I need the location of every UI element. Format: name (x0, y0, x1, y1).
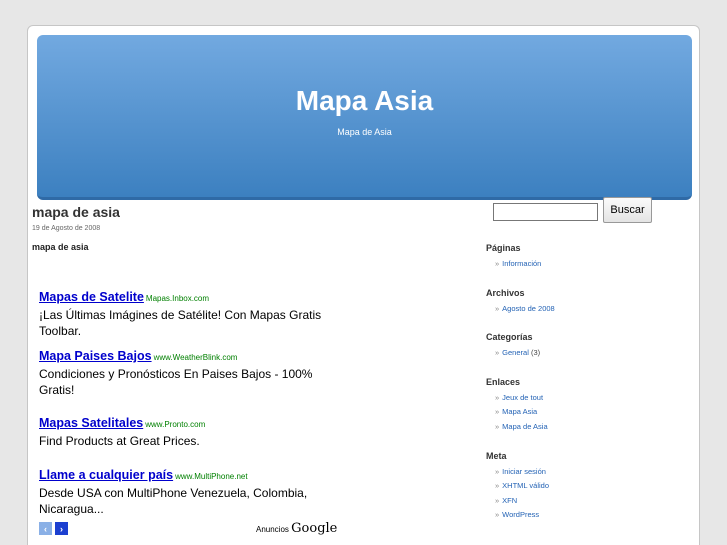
blog-header: Mapa Asia Mapa de Asia (37, 35, 692, 200)
right-arrow-icon[interactable]: › (55, 522, 68, 535)
ad-title-link[interactable]: Mapas Satelitales (39, 416, 143, 430)
sidebar: Páginas » Información Archivos » Agosto de… (486, 243, 666, 539)
ad-navigation: ‹ › (39, 522, 68, 535)
left-arrow-icon[interactable]: ‹ (39, 522, 52, 535)
search-button[interactable]: Buscar (603, 197, 652, 223)
sidebar-heading-enlaces: Enlaces (486, 376, 521, 387)
ad-url[interactable]: www.MultiPhone.net (175, 472, 247, 481)
sidebar-item[interactable]: » Información (486, 259, 666, 274)
category-count: (3) (530, 348, 541, 358)
search-input[interactable] (493, 203, 598, 221)
sidebar-link[interactable]: Agosto de 2008 (502, 304, 555, 313)
sidebar-item[interactable]: » XFN (486, 496, 666, 511)
post-title[interactable]: mapa de asia (32, 204, 352, 220)
ad-title-link[interactable]: Llame a cualquier país (39, 468, 173, 482)
sidebar-link[interactable]: Mapa de Asia (502, 422, 547, 431)
ad-unit: Mapa Paises Bajos www.WeatherBlink.com Co… (39, 347, 339, 398)
post-date: 19 de Agosto de 2008 (32, 225, 101, 232)
sidebar-link[interactable]: XHTML válido (502, 481, 549, 490)
ads-by-label: Anuncios (256, 525, 289, 534)
blog-title[interactable]: Mapa Asia (37, 85, 692, 117)
sidebar-link[interactable]: Jeux de tout (502, 393, 543, 402)
sidebar-item[interactable]: » XHTML válido (486, 481, 666, 496)
sidebar-link[interactable]: General (502, 348, 529, 357)
ads-by-google[interactable]: Anuncios Google (256, 521, 337, 536)
ad-description: Condiciones y Pronósticos En Paises Bajo… (39, 367, 313, 397)
ad-url[interactable]: www.Pronto.com (145, 420, 205, 429)
ad-title-link[interactable]: Mapa Paises Bajos (39, 349, 152, 363)
ad-description: Find Products at Great Prices. (39, 434, 200, 448)
ad-unit: Llame a cualquier país www.MultiPhone.net… (39, 466, 339, 517)
sidebar-heading-archivos: Archivos (486, 287, 525, 298)
ad-unit: Mapas Satelitales www.Pronto.com Find Pro… (39, 414, 339, 449)
google-logo: Google (291, 521, 338, 536)
ad-description: Desde USA con MultiPhone Venezuela, Colo… (39, 486, 308, 516)
sidebar-link[interactable]: XFN (502, 496, 517, 505)
post-body-label: mapa de asia (32, 242, 89, 252)
sidebar-item[interactable]: » General (3) (486, 348, 666, 363)
sidebar-heading-paginas: Páginas (486, 243, 521, 253)
blog-description: Mapa de Asia (337, 127, 392, 137)
main-content: mapa de asia 19 de Agosto de 2008 mapa d… (32, 204, 352, 536)
sidebar-link[interactable]: Iniciar sesión (502, 467, 546, 476)
sidebar-item[interactable]: » Jeux de tout (486, 393, 666, 408)
sidebar-item[interactable]: » WordPress (486, 510, 666, 525)
sidebar-heading-meta: Meta (486, 450, 507, 461)
sidebar-item[interactable]: » Agosto de 2008 (486, 304, 666, 319)
sidebar-link[interactable]: Mapa Asia (502, 407, 537, 416)
ad-url[interactable]: Mapas.Inbox.com (146, 294, 209, 303)
ad-url[interactable]: www.WeatherBlink.com (154, 353, 238, 362)
sidebar-item[interactable]: » Iniciar sesión (486, 467, 666, 482)
sidebar-item[interactable]: » Mapa de Asia (486, 422, 666, 437)
sidebar-link[interactable]: WordPress (502, 510, 539, 519)
sidebar-heading-categorias: Categorías (486, 332, 533, 343)
sidebar-item[interactable]: » Mapa Asia (486, 407, 666, 422)
ad-title-link[interactable]: Mapas de Satelite (39, 290, 144, 304)
sidebar-link[interactable]: Información (502, 259, 541, 268)
ad-description: ¡Las Últimas Imágines de Satélite! Con M… (39, 308, 322, 338)
ad-unit: Mapas de Satelite Mapas.Inbox.com ¡Las Úl… (39, 288, 339, 339)
